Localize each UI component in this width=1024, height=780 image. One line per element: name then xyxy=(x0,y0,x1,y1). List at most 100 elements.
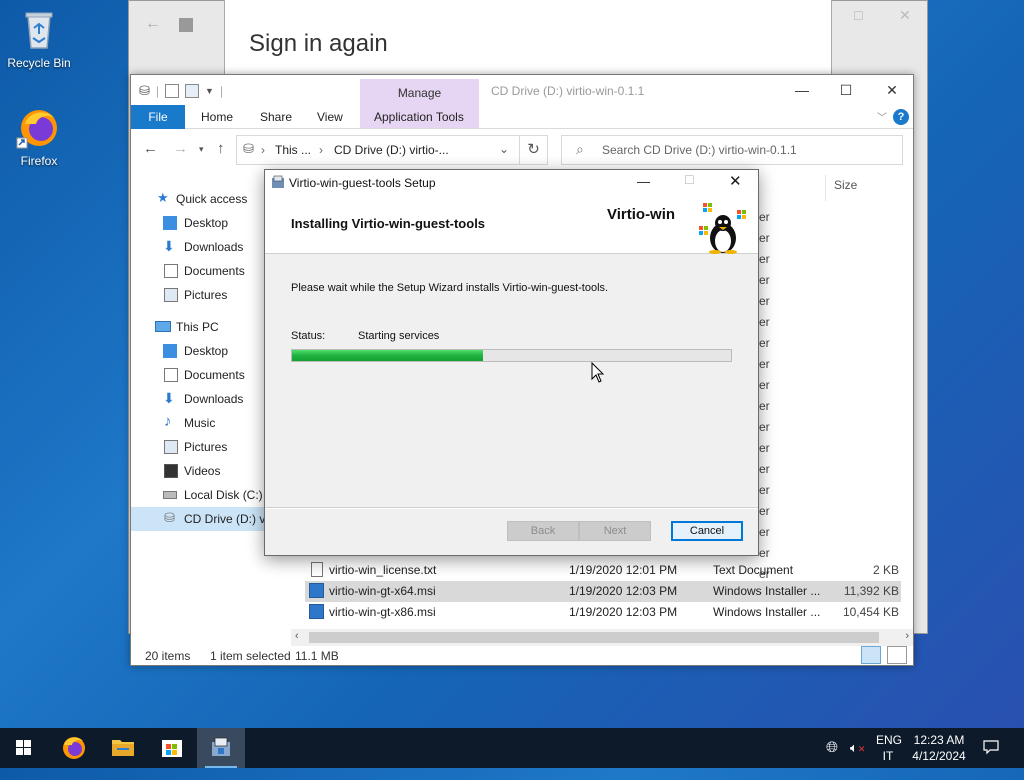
selection-count: 1 item selected xyxy=(210,649,291,663)
language-indicator[interactable]: ENG IT xyxy=(876,732,902,772)
selection-size: 11.1 MB xyxy=(295,649,339,663)
scrollbar-thumb[interactable] xyxy=(309,632,879,643)
setup-heading: Installing Virtio-win-guest-tools xyxy=(291,216,486,231)
scroll-left-icon[interactable]: ‹ xyxy=(295,630,299,642)
scroll-right-icon[interactable]: › xyxy=(905,630,909,642)
maximize-button[interactable]: ☐ xyxy=(823,75,869,105)
folder-icon xyxy=(112,740,134,756)
setup-header: Installing Virtio-win-guest-tools Virtio… xyxy=(265,196,758,254)
separator: | xyxy=(155,84,160,98)
column-header-size[interactable]: Size xyxy=(825,175,905,201)
pictures-icon xyxy=(164,440,178,454)
firefox-icon xyxy=(16,104,62,150)
separator: | xyxy=(219,84,224,98)
tab-file[interactable]: File xyxy=(131,105,185,129)
clock-date: 4/12/2024 xyxy=(912,749,966,763)
firefox-shortcut[interactable]: Firefox xyxy=(2,104,76,168)
clock[interactable]: 12:23 AM 4/12/2024 xyxy=(908,732,970,772)
file-row-selected[interactable]: virtio-win-gt-x64.msi 1/19/2020 12:03 PM… xyxy=(305,581,901,602)
desktop-folder-icon xyxy=(163,344,177,358)
installer-icon xyxy=(271,175,285,189)
large-icons-view-icon[interactable] xyxy=(887,646,907,664)
sign-in-panel: Sign in again xyxy=(224,0,832,80)
file-row[interactable]: virtio-win_license.txt 1/19/2020 12:01 P… xyxy=(305,560,901,581)
firefox-label: Firefox xyxy=(20,154,58,168)
firefox-icon xyxy=(63,737,85,759)
back-arrow-icon[interactable]: ← xyxy=(145,15,161,33)
search-icon: ⌕ xyxy=(576,141,584,157)
computer-icon xyxy=(155,321,171,332)
quick-access-toolbar: ⛁ | ▼ | xyxy=(139,83,223,99)
properties-icon[interactable] xyxy=(165,84,180,98)
back-button: Back xyxy=(507,521,579,541)
recycle-bin-shortcut[interactable]: Recycle Bin xyxy=(2,6,76,70)
text-file-icon xyxy=(311,562,323,577)
minimize-button[interactable]: — xyxy=(637,174,650,189)
close-button[interactable]: ✕ xyxy=(729,172,742,190)
cd-drive-icon: ⛁ xyxy=(164,510,175,525)
recycle-bin-icon xyxy=(16,6,62,52)
recent-locations-icon[interactable]: ▾ xyxy=(199,144,204,155)
tab-home[interactable]: Home xyxy=(193,105,241,129)
installer-icon xyxy=(212,737,230,756)
file-row[interactable]: virtio-win-gt-x86.msi 1/19/2020 12:03 PM… xyxy=(305,602,901,623)
close-icon[interactable]: ✕ xyxy=(899,7,911,24)
close-button[interactable]: ✕ xyxy=(869,75,915,105)
taskbar-firefox[interactable] xyxy=(50,728,98,768)
cancel-button[interactable]: Cancel xyxy=(671,521,743,541)
volume-muted-icon[interactable]: 🔈︎✕ xyxy=(850,740,865,780)
tux-windows-logo xyxy=(693,200,753,254)
store-icon xyxy=(162,740,182,757)
tab-share[interactable]: Share xyxy=(252,105,300,129)
music-icon: ♪ xyxy=(164,413,172,430)
taskbar: 🌐︎ 🔈︎✕ ENG IT 12:23 AM 4/12/2024 xyxy=(0,728,1024,768)
clock-time: 12:23 AM xyxy=(913,733,965,747)
drive-icon: ⛁ xyxy=(243,141,254,156)
divider xyxy=(265,508,758,509)
taskbar-file-explorer[interactable] xyxy=(99,728,147,768)
address-dropdown-icon[interactable]: ⌄ xyxy=(499,142,509,156)
forward-arrow-icon[interactable]: → xyxy=(173,140,188,157)
tab-application-tools[interactable]: Application Tools xyxy=(366,105,472,129)
breadcrumb-sep-icon[interactable]: › xyxy=(319,143,323,157)
status-value: Starting services xyxy=(358,330,440,342)
item-count: 20 items xyxy=(145,649,191,663)
setup-dialog[interactable]: Virtio-win-guest-tools Setup — ☐ ✕ Insta… xyxy=(264,169,759,556)
breadcrumb-this-pc[interactable]: This ... xyxy=(275,143,311,157)
sign-in-title: Sign in again xyxy=(249,30,388,57)
app-icon xyxy=(179,18,193,32)
taskbar-setup[interactable] xyxy=(197,728,245,768)
setup-title: Virtio-win-guest-tools Setup xyxy=(289,176,436,190)
notifications-icon[interactable] xyxy=(982,738,1000,778)
help-icon[interactable]: ? xyxy=(893,109,909,125)
brand-name: Virtio-win xyxy=(607,206,676,223)
qat-dropdown-icon[interactable]: ▼ xyxy=(205,86,214,96)
explorer-titlebar[interactable]: ⛁ | ▼ | CD Drive (D:) virtio-win-0.1.1 —… xyxy=(131,75,913,105)
breadcrumb-sep-icon[interactable]: › xyxy=(261,143,265,157)
documents-icon xyxy=(164,368,178,382)
maximize-icon[interactable]: ☐ xyxy=(853,9,864,23)
start-button[interactable] xyxy=(0,728,48,768)
horizontal-scrollbar[interactable]: ‹ › xyxy=(291,629,913,646)
install-progress-bar xyxy=(291,349,732,362)
new-folder-icon[interactable] xyxy=(185,84,200,98)
tab-view[interactable]: View xyxy=(309,105,351,129)
refresh-icon[interactable]: ↻ xyxy=(520,135,548,165)
windows-logo-icon xyxy=(16,740,31,755)
network-icon[interactable]: 🌐︎ xyxy=(826,739,838,779)
status-bar: 20 items 1 item selected 11.1 MB xyxy=(131,645,913,667)
minimize-button[interactable]: — xyxy=(779,75,825,105)
address-field[interactable]: ⛁ › This ... › CD Drive (D:) virtio-... … xyxy=(236,135,520,165)
breadcrumb-cd-drive[interactable]: CD Drive (D:) virtio-... xyxy=(334,143,449,157)
status-label: Status: xyxy=(291,330,326,342)
search-input[interactable]: ⌕ Search CD Drive (D:) virtio-win-0.1.1 xyxy=(561,135,903,165)
setup-titlebar[interactable]: Virtio-win-guest-tools Setup — ☐ ✕ xyxy=(265,170,758,196)
up-arrow-icon[interactable]: ↑ xyxy=(217,140,225,157)
back-arrow-icon[interactable]: ← xyxy=(143,140,158,157)
setup-message: Please wait while the Setup Wizard insta… xyxy=(291,282,609,294)
details-view-icon[interactable] xyxy=(861,646,881,664)
ribbon-collapse-icon[interactable]: ﹀ xyxy=(877,109,887,124)
mouse-cursor-icon xyxy=(591,361,605,387)
search-placeholder: Search CD Drive (D:) virtio-win-0.1.1 xyxy=(602,143,797,157)
taskbar-store[interactable] xyxy=(148,728,196,768)
